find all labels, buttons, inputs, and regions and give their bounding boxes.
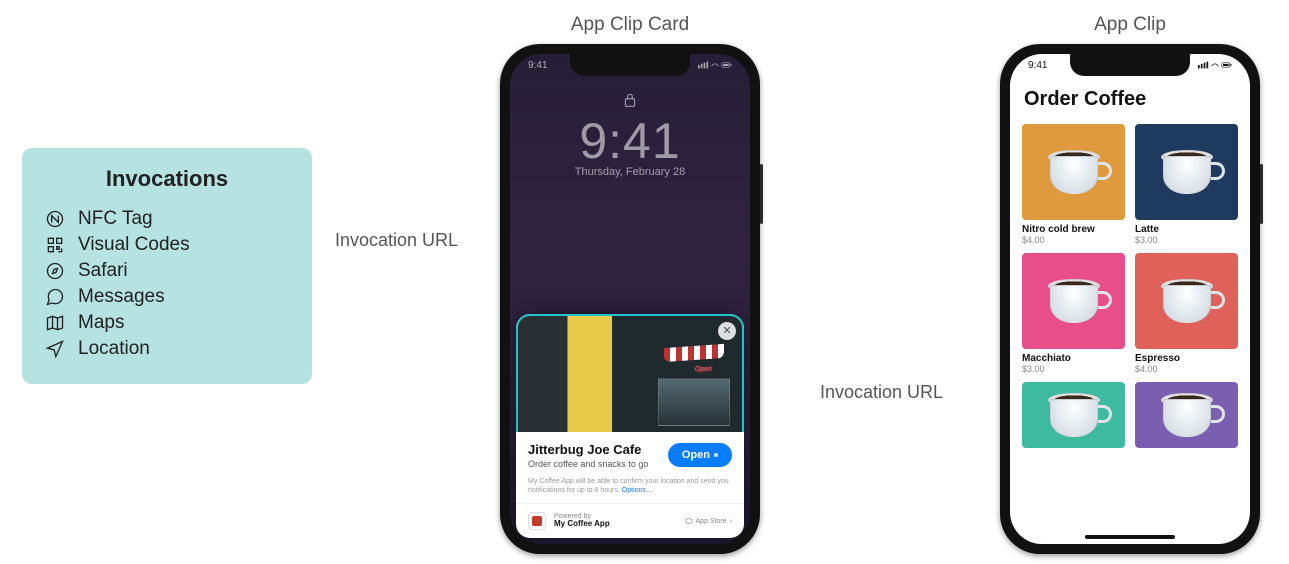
open-dot-icon <box>714 453 718 457</box>
open-button[interactable]: Open <box>668 443 732 467</box>
phone-notch <box>570 54 690 76</box>
open-button-label: Open <box>682 449 710 461</box>
message-icon <box>44 286 66 308</box>
invocation-label: Maps <box>78 312 124 334</box>
invocation-messages: Messages <box>44 284 290 310</box>
header-app-clip: App Clip <box>1000 14 1260 36</box>
invocation-visual-codes: Visual Codes <box>44 232 290 258</box>
home-indicator[interactable] <box>1085 535 1175 539</box>
lock-screen-time: 9:41 Thursday, February 28 <box>510 112 750 178</box>
product-price: $4.00 <box>1135 364 1238 374</box>
product-tile[interactable]: Latte $3.00 <box>1135 124 1238 245</box>
open-sign: Open <box>695 366 712 373</box>
lock-date-text: Thursday, February 28 <box>510 166 750 178</box>
invocation-location: Location <box>44 336 290 362</box>
compass-icon <box>44 260 66 282</box>
product-grid: Nitro cold brew $4.00 Latte $3.00 Macchi… <box>1022 124 1238 532</box>
status-time: 9:41 <box>528 60 547 71</box>
lock-time-text: 9:41 <box>510 112 750 170</box>
invocation-label: Safari <box>78 260 128 282</box>
app-clip-card: ✕ Open Jitterbug Joe Cafe Order coffee a… <box>516 314 744 538</box>
product-tile[interactable]: Espresso $4.00 <box>1135 253 1238 374</box>
product-tile[interactable] <box>1022 382 1125 448</box>
arrow-label-1: Invocation URL <box>335 230 458 251</box>
header-app-clip-card: App Clip Card <box>500 14 760 36</box>
product-image <box>1022 253 1125 349</box>
app-icon <box>528 512 546 530</box>
location-icon <box>44 338 66 360</box>
invocations-title: Invocations <box>44 166 290 192</box>
product-image <box>1022 124 1125 220</box>
invocation-label: NFC Tag <box>78 208 153 230</box>
options-link[interactable]: Options… <box>622 487 653 494</box>
phone-app-clip: 9:41 Order Coffee Nitro cold brew $4.00 <box>1000 44 1260 554</box>
product-price: $3.00 <box>1022 364 1125 374</box>
product-image <box>1135 124 1238 220</box>
status-icons <box>698 60 732 71</box>
invocations-box: Invocations NFC Tag Visual Codes Safari … <box>22 148 312 384</box>
clip-footer: Powered by My Coffee App App Store › <box>516 503 744 538</box>
product-tile[interactable]: Nitro cold brew $4.00 <box>1022 124 1125 245</box>
phone-app-clip-card: 9:41 9:41 Thursday, February 28 <box>500 44 760 554</box>
phone-notch <box>1070 54 1190 76</box>
clip-hero-image: ✕ Open <box>516 314 744 432</box>
invocation-nfc: NFC Tag <box>44 206 290 232</box>
clip-title: Jitterbug Joe Cafe <box>528 442 648 457</box>
nfc-icon <box>44 208 66 230</box>
product-price: $3.00 <box>1135 235 1238 245</box>
clip-fine-print: My Coffee App will be able to confirm yo… <box>528 477 732 495</box>
clip-subtitle: Order coffee and snacks to go <box>528 459 648 469</box>
app-name: My Coffee App <box>554 520 610 529</box>
product-name: Espresso <box>1135 353 1238 364</box>
invocation-label: Visual Codes <box>78 234 190 256</box>
arrow-label-2: Invocation URL <box>820 382 943 403</box>
phone-screen: 9:41 Order Coffee Nitro cold brew $4.00 <box>1010 54 1250 544</box>
close-button[interactable]: ✕ <box>718 322 736 340</box>
invocation-safari: Safari <box>44 258 290 284</box>
product-image <box>1135 253 1238 349</box>
product-image <box>1022 382 1125 448</box>
invocation-label: Messages <box>78 286 165 308</box>
status-time: 9:41 <box>1028 60 1047 71</box>
map-icon <box>44 312 66 334</box>
product-name: Macchiato <box>1022 353 1125 364</box>
product-image <box>1135 382 1238 448</box>
status-icons <box>1198 60 1232 71</box>
app-store-link[interactable]: App Store › <box>685 517 732 525</box>
product-tile[interactable] <box>1135 382 1238 448</box>
qr-icon <box>44 234 66 256</box>
phone-screen: 9:41 9:41 Thursday, February 28 <box>510 54 750 544</box>
app-title: Order Coffee <box>1024 88 1146 111</box>
invocation-maps: Maps <box>44 310 290 336</box>
product-tile[interactable]: Macchiato $3.00 <box>1022 253 1125 374</box>
product-name: Latte <box>1135 224 1238 235</box>
invocation-label: Location <box>78 338 150 360</box>
product-name: Nitro cold brew <box>1022 224 1125 235</box>
product-price: $4.00 <box>1022 235 1125 245</box>
lock-icon <box>623 92 637 113</box>
invocations-list: NFC Tag Visual Codes Safari Messages Map… <box>44 206 290 362</box>
